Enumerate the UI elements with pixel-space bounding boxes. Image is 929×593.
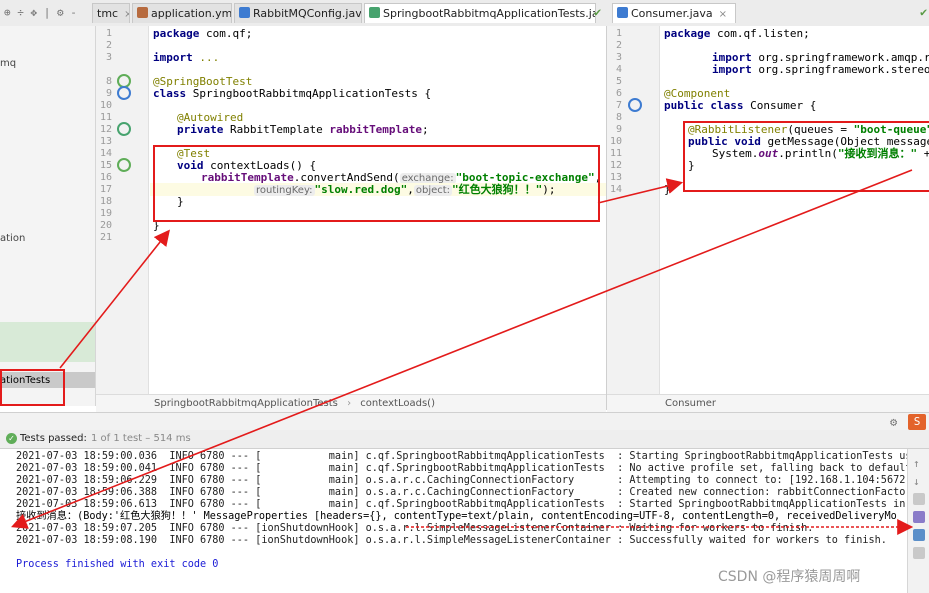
arrow-listener-to-console [11,169,913,529]
annotation-arrows [11,169,914,535]
arrow-class-to-code [59,229,170,369]
watermark: CSDN @程序猿周周啊 [718,569,861,585]
arrow-send-to-listener [597,178,684,204]
